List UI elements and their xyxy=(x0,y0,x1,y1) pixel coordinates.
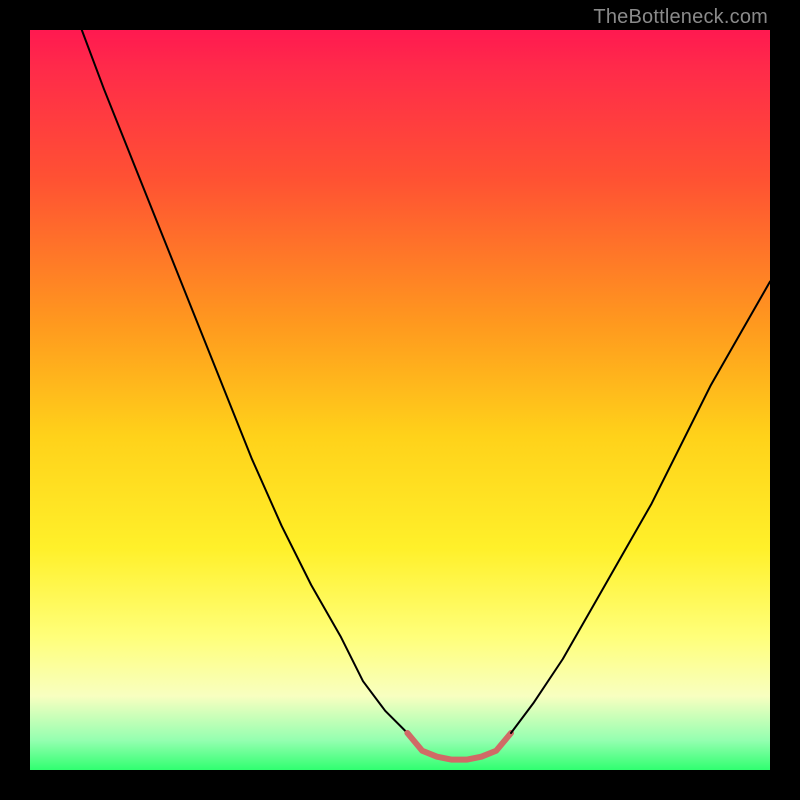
series-trough xyxy=(407,733,511,760)
series-right-ascent xyxy=(511,282,770,733)
plot-area xyxy=(30,30,770,770)
series-left-descent xyxy=(82,30,408,733)
watermark-text: TheBottleneck.com xyxy=(593,6,768,29)
chart-series-group xyxy=(82,30,770,760)
curve-layer xyxy=(30,30,770,770)
chart-stage: TheBottleneck.com xyxy=(0,0,800,800)
